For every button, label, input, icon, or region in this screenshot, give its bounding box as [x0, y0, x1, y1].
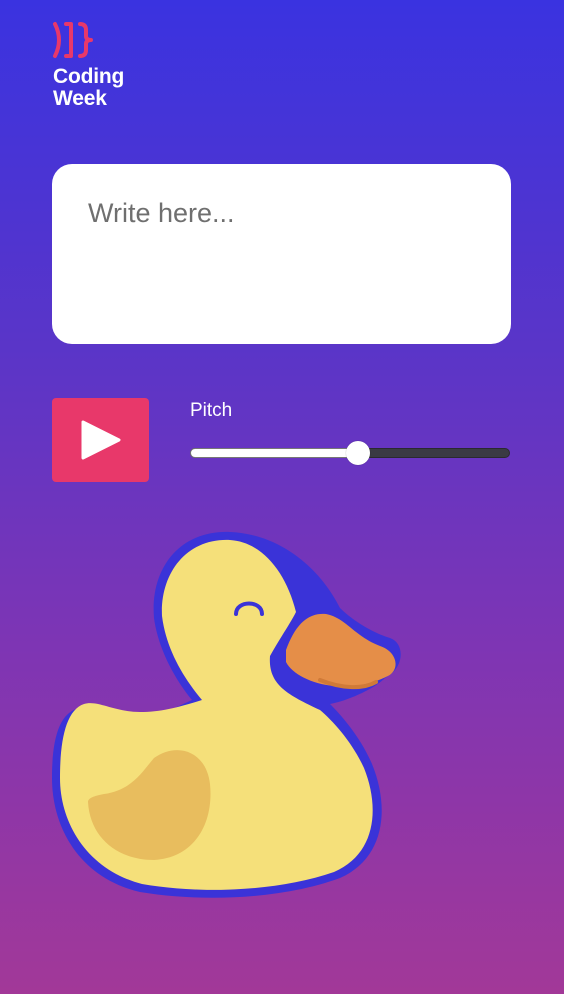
logo-text-line-2: Week [53, 87, 107, 110]
rubber-duck-illustration [52, 531, 401, 898]
pitch-slider[interactable] [190, 441, 510, 465]
play-icon [81, 420, 121, 460]
play-button[interactable] [52, 398, 149, 482]
pitch-slider-thumb[interactable] [346, 441, 370, 465]
pitch-slider-fill [190, 448, 356, 458]
text-input-card [52, 164, 511, 344]
logo-text-line-1: Coding [53, 65, 125, 88]
speech-text-input[interactable] [88, 198, 478, 318]
duck-beak [286, 613, 396, 687]
pitch-label: Pitch [190, 400, 233, 421]
brackets-logo-icon [53, 22, 93, 58]
coding-week-logo: Coding Week [52, 20, 152, 112]
